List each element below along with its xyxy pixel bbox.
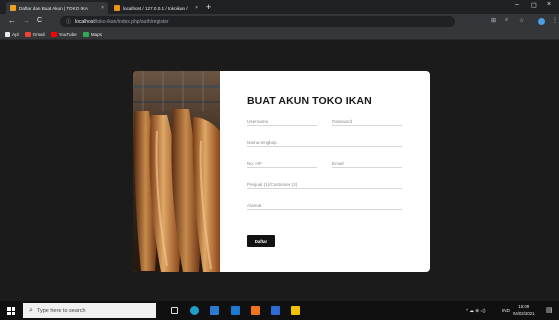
minimize-button[interactable]: – [515,1,519,8]
bookmark-youtube[interactable]: YouTube [50,31,77,37]
apps-icon [5,31,10,37]
bookmark-label: Apl [12,31,19,37]
bookmark-label: YouTube [58,31,77,37]
back-button[interactable]: ← [8,16,16,26]
address-bar[interactable]: ⓘ localhost /toko-ikan/index.php/auth/re… [60,16,455,27]
gmail-icon [24,31,31,37]
browser-toolbar: ← → C ⓘ localhost /toko-ikan/index.php/a… [0,14,559,29]
browser-tab-bar: Daftar dan Buat Akun | TOKO IKA × localh… [0,0,559,14]
favicon-icon [114,5,120,11]
register-button[interactable]: Daftar [247,235,275,247]
taskbar-search[interactable]: ⌕ Type here to search [23,303,156,318]
row-role: Penjual (1)/Customer (2) [247,179,402,189]
new-tab-button[interactable]: + [206,2,211,12]
youtube-icon [50,31,57,37]
taskbar-clock[interactable]: 15:09 04/02/2021 [513,304,535,317]
maximize-button[interactable]: ◻ [531,1,537,9]
username-field[interactable]: Username [247,116,317,126]
info-icon: ⓘ [66,19,72,25]
forward-button[interactable]: → [22,16,30,26]
row-address: Alamat [247,200,402,210]
fullname-field[interactable]: Nama lengkap [247,137,402,147]
smoked-fish-image [133,71,220,272]
role-field[interactable]: Penjual (1)/Customer (2) [247,179,402,189]
bookmark-label: Gmail [32,31,45,37]
phone-field[interactable]: No. HP [247,158,317,168]
bookmarks-bar: Apl Gmail YouTube Maps [0,29,559,40]
row-credentials: Username Password [247,116,402,126]
page-title: BUAT AKUN TOKO IKAN [247,95,372,107]
close-window-button[interactable]: × [547,1,551,8]
tab-label: localhost / 127.0.0.1 / tokoikan / [123,5,188,11]
vscode-icon[interactable] [231,306,240,315]
url-path: /toko-ikan/index.php/auth/register [94,18,169,25]
register-card: BUAT AKUN TOKO IKAN Username Password Na… [133,71,430,272]
menu-icon[interactable]: ⋮ [552,17,558,24]
smoked-fish-illustration [133,71,220,272]
favicon-icon [10,5,16,11]
bookmark-gmail[interactable]: Gmail [24,31,45,37]
translate-icon[interactable]: ⊞ [491,17,496,24]
email-field[interactable]: Email [332,158,402,168]
notification-icon[interactable]: ▤ [546,306,553,314]
address-field[interactable]: Alamat [247,200,402,210]
row-contact: No. HP Email [247,158,402,168]
maps-icon [82,31,89,37]
tab-phpmyadmin[interactable]: localhost / 127.0.0.1 / tokoikan / × [110,2,202,14]
edge-icon[interactable] [190,306,199,315]
close-tab-icon[interactable]: × [195,5,198,11]
bookmark-apps[interactable]: Apl [5,31,19,37]
system-tray[interactable]: ^ ☁ ⊕ ◁) [466,308,486,314]
page-viewport: BUAT AKUN TOKO IKAN Username Password Na… [0,40,559,301]
windows-taskbar: ⌕ Type here to search ^ ☁ ⊕ ◁) IND 15:09… [0,301,559,320]
task-view-icon[interactable] [171,307,178,314]
password-field[interactable]: Password [332,116,402,126]
notes-icon[interactable] [291,306,300,315]
store-icon[interactable] [210,306,219,315]
zoom-icon[interactable]: ⌕ [505,17,508,24]
word-icon[interactable] [271,306,280,315]
xampp-icon[interactable] [251,306,260,315]
search-icon: ⌕ [29,306,33,314]
tab-label: Daftar dan Buat Akun | TOKO IKA [19,5,88,11]
search-placeholder: Type here to search [36,307,86,314]
bookmark-maps[interactable]: Maps [82,31,102,37]
row-fullname: Nama lengkap [247,137,402,147]
bookmark-label: Maps [90,31,102,37]
close-tab-icon[interactable]: × [101,5,104,11]
reload-button[interactable]: C [37,16,42,26]
tab-register[interactable]: Daftar dan Buat Akun | TOKO IKA × [6,2,108,14]
language-indicator[interactable]: IND [502,308,510,313]
clock-date: 04/02/2021 [513,310,535,316]
star-icon[interactable]: ☆ [519,17,524,24]
windows-start-icon[interactable] [7,307,15,315]
register-form: BUAT AKUN TOKO IKAN Username Password Na… [247,95,417,247]
url-host: localhost [75,18,95,25]
avatar[interactable] [538,18,545,25]
